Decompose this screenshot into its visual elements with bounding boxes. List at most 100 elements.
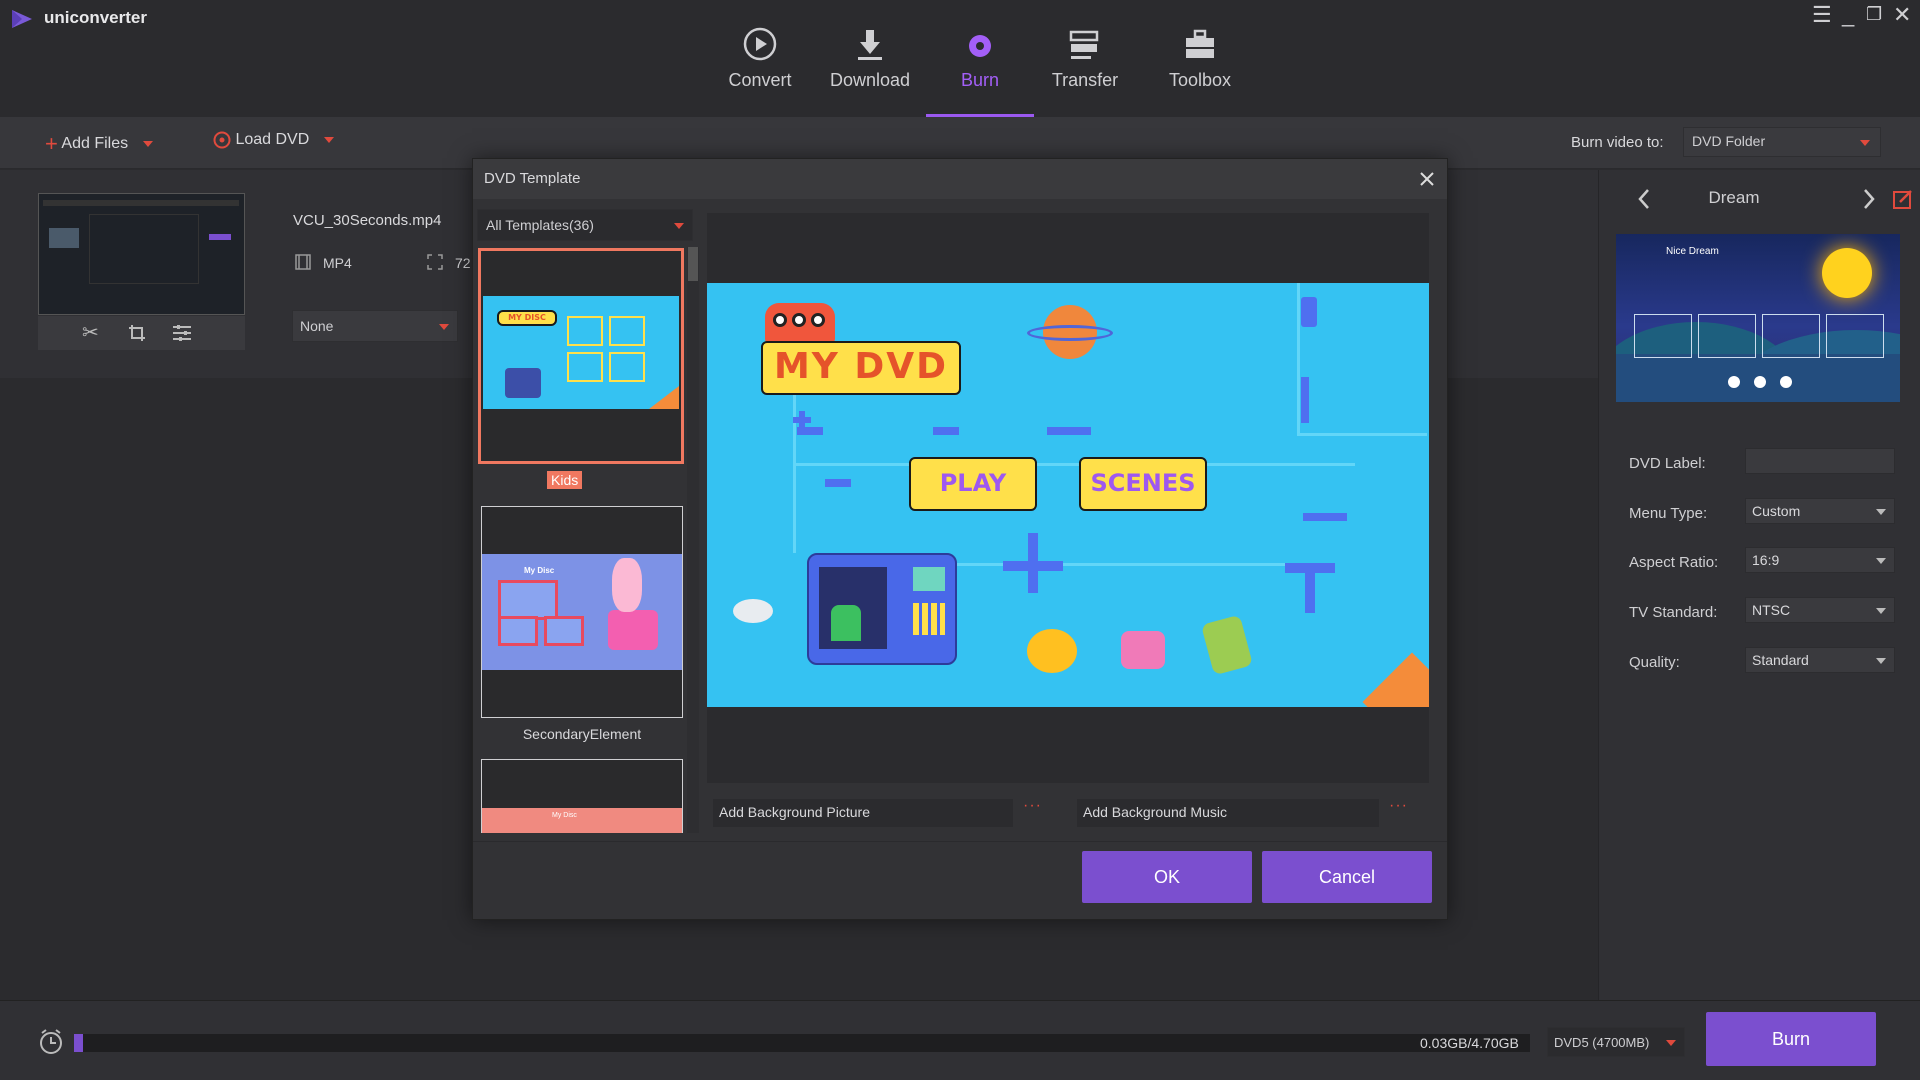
template-list-scrollbar[interactable] (687, 247, 699, 833)
cancel-button[interactable]: Cancel (1262, 851, 1432, 903)
add-files-button[interactable]: + Add Files (45, 131, 153, 157)
template-item-secondary[interactable]: My Disc (481, 506, 683, 718)
disc-usage-bar (74, 1034, 1530, 1052)
scissors-icon[interactable]: ✂ (82, 320, 99, 345)
preview-scenes-button: SCENES (1079, 457, 1207, 511)
tab-transfer[interactable]: Transfer (1030, 0, 1140, 117)
ok-button[interactable]: OK (1082, 851, 1252, 903)
tv-standard-value: NTSC (1752, 602, 1791, 618)
monster-icon (765, 303, 835, 343)
dialog-title: DVD Template (484, 170, 581, 187)
quality-label: Quality: (1629, 654, 1680, 671)
crop-icon[interactable] (128, 324, 146, 342)
character-pink-icon (1121, 631, 1165, 669)
burn-to-select[interactable]: DVD Folder (1683, 127, 1881, 157)
preview-dvd-title: MY DVD (761, 341, 961, 395)
template-label-secondary: SecondaryElement (522, 726, 642, 742)
close-window-icon[interactable]: ✕ (1893, 2, 1911, 28)
dvd-icon (213, 131, 231, 149)
chevron-down-icon (1876, 608, 1886, 614)
template-filter-select[interactable]: All Templates(36) (477, 209, 693, 241)
app-name: uniconverter (44, 8, 147, 27)
edit-icon[interactable] (1892, 188, 1914, 210)
preview-title: Nice Dream (1666, 246, 1719, 257)
app-logo-icon (12, 10, 32, 28)
close-icon[interactable] (1419, 171, 1435, 187)
template-name: Dream (1708, 188, 1760, 207)
dvd-template-dialog: DVD Template All Templates(36) MY DISC K… (472, 158, 1448, 920)
template-thumb-kids: MY DISC (483, 296, 679, 409)
scrollbar-thumb[interactable] (688, 247, 698, 281)
thumbnail-tools: ✂ (38, 316, 245, 350)
quality-select[interactable]: Standard (1745, 647, 1895, 673)
tab-burn[interactable]: Burn (926, 0, 1034, 117)
template-thumb-third: My Disc (482, 808, 682, 833)
kids-thumb-title: MY DISC (497, 310, 557, 326)
chevron-down-icon (1666, 1040, 1676, 1046)
disc-usage-text: 0.03GB/4.70GB (1420, 1035, 1519, 1051)
chevron-down-icon (439, 324, 449, 330)
add-files-label: Add Files (61, 135, 129, 153)
transfer-icon (1069, 30, 1099, 59)
bottom-bar: 0.03GB/4.70GB DVD5 (4700MB) Burn (0, 1000, 1920, 1080)
tab-toolbox[interactable]: Toolbox (1145, 0, 1255, 117)
tab-download[interactable]: Download (815, 0, 925, 117)
plus-icon: + (45, 131, 58, 156)
timer-icon[interactable] (38, 1029, 64, 1055)
template-item-kids[interactable]: MY DISC (478, 248, 684, 464)
burn-button[interactable]: Burn (1706, 1012, 1876, 1066)
toolbox-icon (1186, 29, 1214, 58)
burn-disc-icon (969, 35, 991, 57)
chevron-down-icon (1876, 558, 1886, 564)
character-green-icon (1200, 614, 1254, 676)
restore-icon[interactable]: ❐ (1866, 4, 1882, 25)
browse-picture-button[interactable]: ··· (1023, 797, 1042, 815)
tv-standard-select[interactable]: NTSC (1745, 597, 1895, 623)
character-yellow-icon (1027, 629, 1077, 673)
background-music-field[interactable]: Add Background Music (1077, 799, 1379, 827)
load-dvd-button[interactable]: Load DVD (213, 131, 334, 149)
tab-convert-label: Convert (728, 70, 792, 90)
minimize-icon[interactable]: _ (1842, 2, 1854, 28)
disc-type-select[interactable]: DVD5 (4700MB) (1547, 1027, 1685, 1057)
disc-usage-fill (74, 1034, 83, 1052)
dvd-label-input[interactable] (1745, 448, 1895, 474)
preview-play-button: PLAY (909, 457, 1037, 511)
template-preview-dream[interactable]: Nice Dream (1616, 234, 1900, 402)
video-thumbnail[interactable] (38, 193, 245, 315)
chevron-right-icon[interactable] (1862, 188, 1876, 210)
background-picture-field[interactable]: Add Background Picture (713, 799, 1013, 827)
template-list: MY DISC Kids My Disc SecondaryElement My… (477, 247, 693, 833)
browse-music-button[interactable]: ··· (1389, 797, 1408, 815)
file-format: MP4 (323, 255, 352, 271)
chevron-down-icon (1860, 140, 1870, 146)
dvd-settings-panel: Dream Nice Dream DVD Label: Menu Type: C… (1598, 170, 1920, 1000)
tab-convert[interactable]: Convert (705, 0, 815, 117)
adjust-icon[interactable] (172, 324, 192, 342)
dialog-header: DVD Template (473, 159, 1447, 199)
template-item-third[interactable]: My Disc (481, 759, 683, 833)
download-icon (858, 30, 882, 60)
chevron-left-icon[interactable] (1637, 188, 1651, 210)
resolution-icon (427, 254, 443, 270)
menu-type-label: Menu Type: (1629, 505, 1708, 522)
chevron-down-icon[interactable] (323, 137, 334, 143)
convert-icon (743, 27, 777, 61)
tab-burn-label: Burn (960, 70, 1000, 90)
menu-icon[interactable]: ☰ (1812, 2, 1832, 28)
menu-type-value: Custom (1752, 503, 1801, 519)
chevron-down-icon (1876, 658, 1886, 664)
aspect-ratio-select[interactable]: 16:9 (1745, 547, 1895, 573)
secondary-thumb-title: My Disc (524, 566, 555, 575)
film-icon (295, 254, 311, 270)
file-name: VCU_30Seconds.mp4 (293, 212, 442, 229)
burn-to-label: Burn video to: (1571, 134, 1664, 151)
computer-icon (807, 553, 957, 665)
tab-transfer-label: Transfer (1051, 70, 1119, 90)
chevron-down-icon[interactable] (142, 141, 153, 147)
title-bar: uniconverter Convert Download Burn Trans… (0, 0, 1920, 117)
template-preview-area: MY DVD PLAY SCENES (707, 213, 1429, 783)
third-thumb-title: My Disc (552, 812, 577, 819)
subtitle-select[interactable]: None (292, 310, 458, 342)
menu-type-select[interactable]: Custom (1745, 498, 1895, 524)
